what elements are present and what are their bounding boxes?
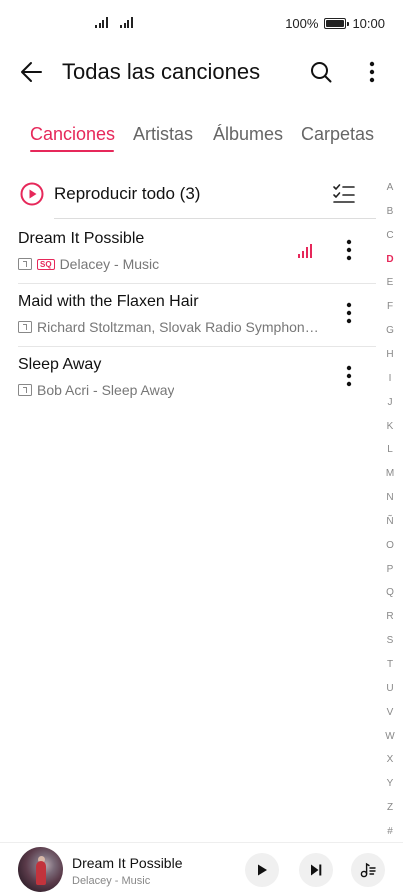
divider xyxy=(18,346,376,347)
alphabet-letter[interactable]: R xyxy=(380,611,400,622)
alphabet-letter[interactable]: M xyxy=(380,468,400,479)
song-row[interactable]: Sleep Away Bob Acri - Sleep Away xyxy=(0,348,376,410)
play-all-row[interactable]: Reproducir todo (3) xyxy=(0,174,376,219)
alphabet-letter[interactable]: K xyxy=(380,421,400,432)
alphabet-letter[interactable]: T xyxy=(380,659,400,670)
song-row[interactable]: Maid with the Flaxen Hair Richard Stoltz… xyxy=(0,285,376,347)
tab-indicator xyxy=(30,150,114,152)
song-title: Maid with the Flaxen Hair xyxy=(18,293,199,310)
more-vertical-icon xyxy=(346,239,352,261)
music-file-icon xyxy=(18,384,32,396)
skip-next-icon xyxy=(311,864,322,876)
alphabet-letter[interactable]: N xyxy=(380,492,400,503)
song-subtitle: Richard Stoltzman, Slovak Radio Symphony… xyxy=(37,319,319,335)
song-more-button[interactable] xyxy=(336,299,362,327)
song-subtitle-row: SQ Delacey - Music xyxy=(18,256,159,272)
arrow-left-icon xyxy=(21,62,42,82)
signal-icon xyxy=(120,16,133,28)
alphabet-letter[interactable]: H xyxy=(380,349,400,360)
song-row[interactable]: Dream It Possible SQ Delacey - Music xyxy=(0,222,376,284)
battery-percent: 100% xyxy=(285,16,319,31)
alphabet-letter[interactable]: C xyxy=(380,230,400,241)
mini-player[interactable]: Dream It Possible Delacey - Music xyxy=(0,842,403,896)
clock: 10:00 xyxy=(352,16,385,31)
mini-player-title: Dream It Possible xyxy=(72,855,183,871)
music-file-icon xyxy=(18,258,32,270)
song-subtitle-row: Richard Stoltzman, Slovak Radio Symphony… xyxy=(18,319,319,335)
alphabet-letter[interactable]: J xyxy=(380,397,400,408)
song-more-button[interactable] xyxy=(336,236,362,264)
header: Todas las canciones xyxy=(0,50,403,94)
play-all-label: Reproducir todo (3) xyxy=(54,184,201,203)
queue-button[interactable] xyxy=(351,853,385,887)
album-art[interactable] xyxy=(18,847,63,892)
tab-artistas[interactable]: Artistas xyxy=(133,124,193,145)
alphabet-letter[interactable]: V xyxy=(380,707,400,718)
divider xyxy=(54,218,376,219)
divider xyxy=(18,283,376,284)
song-subtitle-row: Bob Acri - Sleep Away xyxy=(18,382,174,398)
alphabet-letter[interactable]: S xyxy=(380,635,400,646)
checklist-icon xyxy=(333,184,355,203)
multi-select-button[interactable] xyxy=(330,180,358,208)
tab-bar: Canciones Artistas Álbumes Carpetas xyxy=(0,120,403,156)
page-title: Todas las canciones xyxy=(62,59,261,84)
alphabet-letter[interactable]: E xyxy=(380,277,400,288)
alphabet-letter[interactable]: X xyxy=(380,754,400,765)
status-bar: 100% 10:00 xyxy=(0,0,403,48)
sq-quality-badge: SQ xyxy=(37,258,55,270)
alphabet-letter[interactable]: B xyxy=(380,206,400,217)
alphabet-letter[interactable]: Z xyxy=(380,802,400,813)
alphabet-letter[interactable]: # xyxy=(380,826,400,837)
alphabet-letter[interactable]: O xyxy=(380,540,400,551)
tab-canciones[interactable]: Canciones xyxy=(30,124,115,145)
status-right: 100% 10:00 xyxy=(285,16,385,31)
alphabet-letter[interactable]: D xyxy=(380,254,400,265)
search-icon xyxy=(311,62,332,83)
alphabet-letter[interactable]: U xyxy=(380,683,400,694)
play-circle-icon xyxy=(20,182,44,206)
song-subtitle: Delacey - Music xyxy=(59,256,160,272)
alphabet-letter[interactable]: G xyxy=(380,325,400,336)
alphabet-letter[interactable]: P xyxy=(380,564,400,575)
battery-icon xyxy=(324,18,350,29)
song-subtitle: Bob Acri - Sleep Away xyxy=(37,382,175,398)
play-icon xyxy=(258,864,267,876)
song-title: Dream It Possible xyxy=(18,230,145,247)
more-vertical-icon xyxy=(369,61,375,83)
mini-player-subtitle: Delacey - Music xyxy=(72,875,151,887)
back-button[interactable] xyxy=(16,58,46,86)
alphabet-letter[interactable]: F xyxy=(380,301,400,312)
signal-icon xyxy=(95,16,108,28)
more-vertical-icon xyxy=(346,302,352,324)
alphabet-letter[interactable]: A xyxy=(380,182,400,193)
alphabet-letter[interactable]: L xyxy=(380,444,400,455)
tab-carpetas[interactable]: Carpetas xyxy=(301,124,374,145)
alphabet-letter[interactable]: Q xyxy=(380,587,400,598)
search-button[interactable] xyxy=(306,58,336,86)
tab-albumes[interactable]: Álbumes xyxy=(213,124,283,145)
alphabet-letter[interactable]: Ñ xyxy=(380,516,400,527)
song-title: Sleep Away xyxy=(18,356,102,373)
playlist-icon xyxy=(360,862,376,878)
music-file-icon xyxy=(18,321,32,333)
alphabet-letter[interactable]: W xyxy=(380,731,400,742)
play-button[interactable] xyxy=(245,853,279,887)
next-button[interactable] xyxy=(299,853,333,887)
alphabet-letter[interactable]: Y xyxy=(380,778,400,789)
alphabet-letter[interactable]: I xyxy=(380,373,400,384)
now-playing-icon xyxy=(298,244,312,258)
song-more-button[interactable] xyxy=(336,362,362,390)
more-vertical-icon xyxy=(346,365,352,387)
more-options-button[interactable] xyxy=(358,58,386,86)
